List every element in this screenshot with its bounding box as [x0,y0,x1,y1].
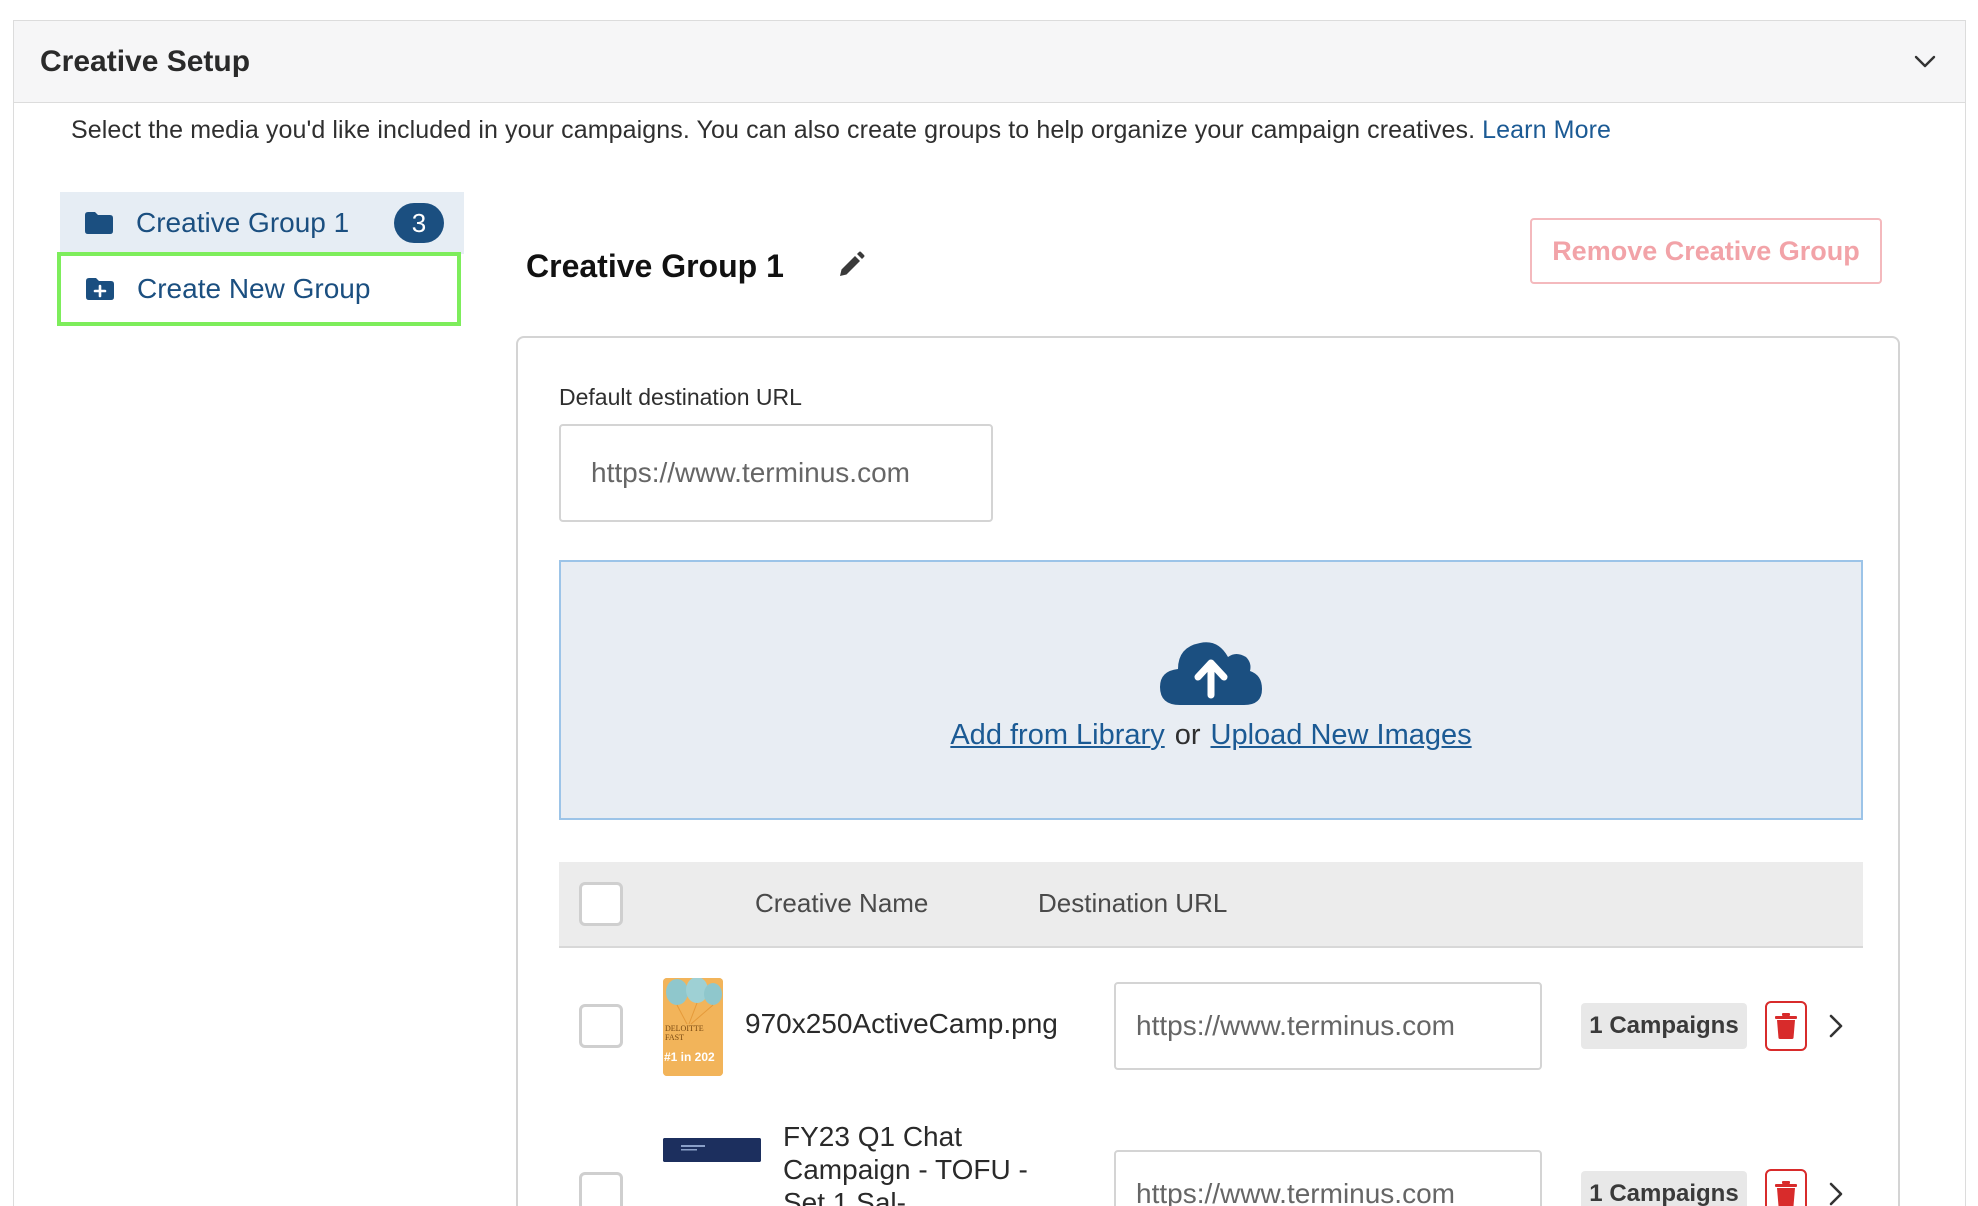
cloud-upload-icon [1160,641,1262,705]
learn-more-link[interactable]: Learn More [1482,116,1611,144]
creative-name-line: Set 1 Sal- [783,1187,906,1206]
create-new-group-label: Create New Group [137,273,371,304]
intro-description: Select the media you'd like included in … [71,116,1476,144]
default-url-label: Default destination URL [559,384,802,410]
pencil-icon[interactable] [834,248,868,282]
sidebar-item-creative-group-1[interactable]: Creative Group 1 3 [60,192,464,254]
trash-icon[interactable] [1765,1169,1807,1206]
thumb-text: DELOITTE FAST [665,1024,704,1042]
campaigns-badge: 1 Campaigns [1581,1171,1747,1206]
or-text: or [1174,718,1201,751]
thumb-caption: #1 in 202 [664,1050,715,1064]
upload-dropzone[interactable]: Add from Library or Upload New Images [559,560,1863,820]
creative-name-line: FY23 Q1 Chat [783,1121,962,1152]
creative-name: 970x250ActiveCamp.png [745,1008,1058,1039]
chevron-right-icon[interactable] [1821,1011,1851,1041]
column-header-url: Destination URL [1038,888,1228,918]
folder-plus-icon [85,275,115,303]
add-from-library-link[interactable]: Add from Library [950,719,1164,751]
table-row: DELOITTE FAST #1 in 202 970x250ActiveCam… [559,948,1863,1098]
creative-thumbnail: DELOITTE FAST #1 in 202 [663,978,723,1076]
default-url-input[interactable] [559,424,993,522]
chevron-down-icon[interactable] [1911,48,1939,76]
panel-header[interactable]: Creative Setup [14,21,1965,103]
group-count-badge: 3 [394,203,444,243]
row-checkbox[interactable] [579,1004,623,1048]
create-new-group-button[interactable]: Create New Group [57,252,461,326]
upload-new-images-link[interactable]: Upload New Images [1211,719,1472,751]
campaigns-badge: 1 Campaigns [1581,1003,1747,1049]
intro-text: Select the media you'd like included in … [71,116,1611,145]
group-card: Default destination URL Add from Library… [516,336,1900,1206]
column-header-name: Creative Name [755,888,929,918]
table-row: FY23 Q1 Chat Campaign - TOFU - Set 1 Sal… [559,1116,1863,1206]
folder-icon [84,209,114,237]
group-title: Creative Group 1 [526,248,784,284]
dropzone-links: Add from Library or Upload New Images [950,719,1471,752]
trash-icon[interactable] [1765,1001,1807,1051]
table-header: Creative Name Destination URL [559,862,1863,948]
panel-title: Creative Setup [40,44,251,78]
select-all-checkbox[interactable] [579,882,623,926]
group-sidebar: Creative Group 1 3 Create New Group [57,192,464,326]
destination-url-input[interactable] [1114,982,1542,1070]
sidebar-item-label: Creative Group 1 [136,207,350,238]
creative-name: FY23 Q1 Chat Campaign - TOFU - Set 1 Sal… [783,1120,1028,1206]
creative-thumbnail [663,1138,761,1162]
creative-name-line: Campaign - TOFU - [783,1154,1028,1185]
row-checkbox[interactable] [579,1172,623,1206]
chevron-right-icon[interactable] [1821,1179,1851,1206]
destination-url-input[interactable] [1114,1150,1542,1206]
remove-creative-group-button[interactable]: Remove Creative Group [1530,218,1882,284]
